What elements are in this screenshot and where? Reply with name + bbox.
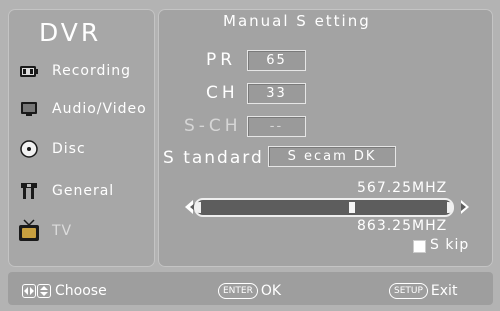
- menu-item-audio-video[interactable]: Audio/Video: [18, 96, 147, 122]
- slider-endcap-right: [447, 202, 454, 213]
- menu-item-label: General: [52, 183, 115, 199]
- menu-title: DVR: [39, 18, 102, 47]
- hint-exit-label: Exit: [430, 283, 458, 299]
- hint-exit: SETUP Exit: [389, 283, 457, 299]
- pr-label: PR: [206, 50, 237, 70]
- menu-item-general[interactable]: General: [18, 178, 114, 204]
- frequency-upper: 567.25MHZ: [357, 180, 448, 196]
- recording-icon: [18, 60, 40, 82]
- setup-key-icon: SETUP: [389, 283, 428, 299]
- enter-key-icon: ENTER: [218, 283, 258, 299]
- menu-item-disc[interactable]: Disc: [18, 136, 86, 162]
- menu-item-label: Disc: [52, 141, 86, 157]
- navigation-keys-icon: [22, 284, 52, 298]
- tools-icon: [18, 180, 40, 202]
- hint-choose-label: Choose: [55, 283, 107, 299]
- up-down-arrows-icon: [37, 284, 51, 298]
- ch-label: CH: [206, 83, 239, 103]
- skip-checkbox[interactable]: [413, 240, 426, 253]
- menu-item-tv[interactable]: TV: [18, 218, 72, 244]
- menu-item-label: TV: [52, 223, 73, 239]
- skip-label: S kip: [430, 237, 470, 253]
- monitor-icon: [18, 98, 40, 120]
- standard-label: S tandard: [163, 148, 264, 168]
- hint-ok-label: OK: [260, 283, 282, 299]
- tv-icon: [18, 219, 40, 242]
- pr-field[interactable]: 65: [247, 50, 306, 71]
- slider-endcap-left: [194, 202, 201, 213]
- slider-right-arrow-inner: [461, 203, 466, 211]
- frequency-slider[interactable]: [194, 198, 454, 217]
- frequency-lower: 863.25MHZ: [357, 218, 448, 234]
- left-right-arrows-icon: [22, 284, 36, 298]
- sch-field: --: [247, 116, 306, 137]
- ch-field[interactable]: 33: [247, 83, 306, 104]
- hint-choose: Choose: [22, 283, 107, 299]
- disc-icon: [18, 138, 40, 160]
- menu-item-label: Recording: [52, 63, 132, 79]
- hint-ok: ENTER OK: [218, 283, 281, 299]
- menu-item-recording[interactable]: Recording: [18, 58, 131, 84]
- menu-item-label: Audio/Video: [52, 101, 147, 117]
- page-title: Manual S etting: [223, 12, 371, 30]
- slider-knob[interactable]: [349, 202, 356, 213]
- sch-label: S-CH: [184, 116, 242, 136]
- standard-field[interactable]: S ecam DK: [268, 146, 396, 167]
